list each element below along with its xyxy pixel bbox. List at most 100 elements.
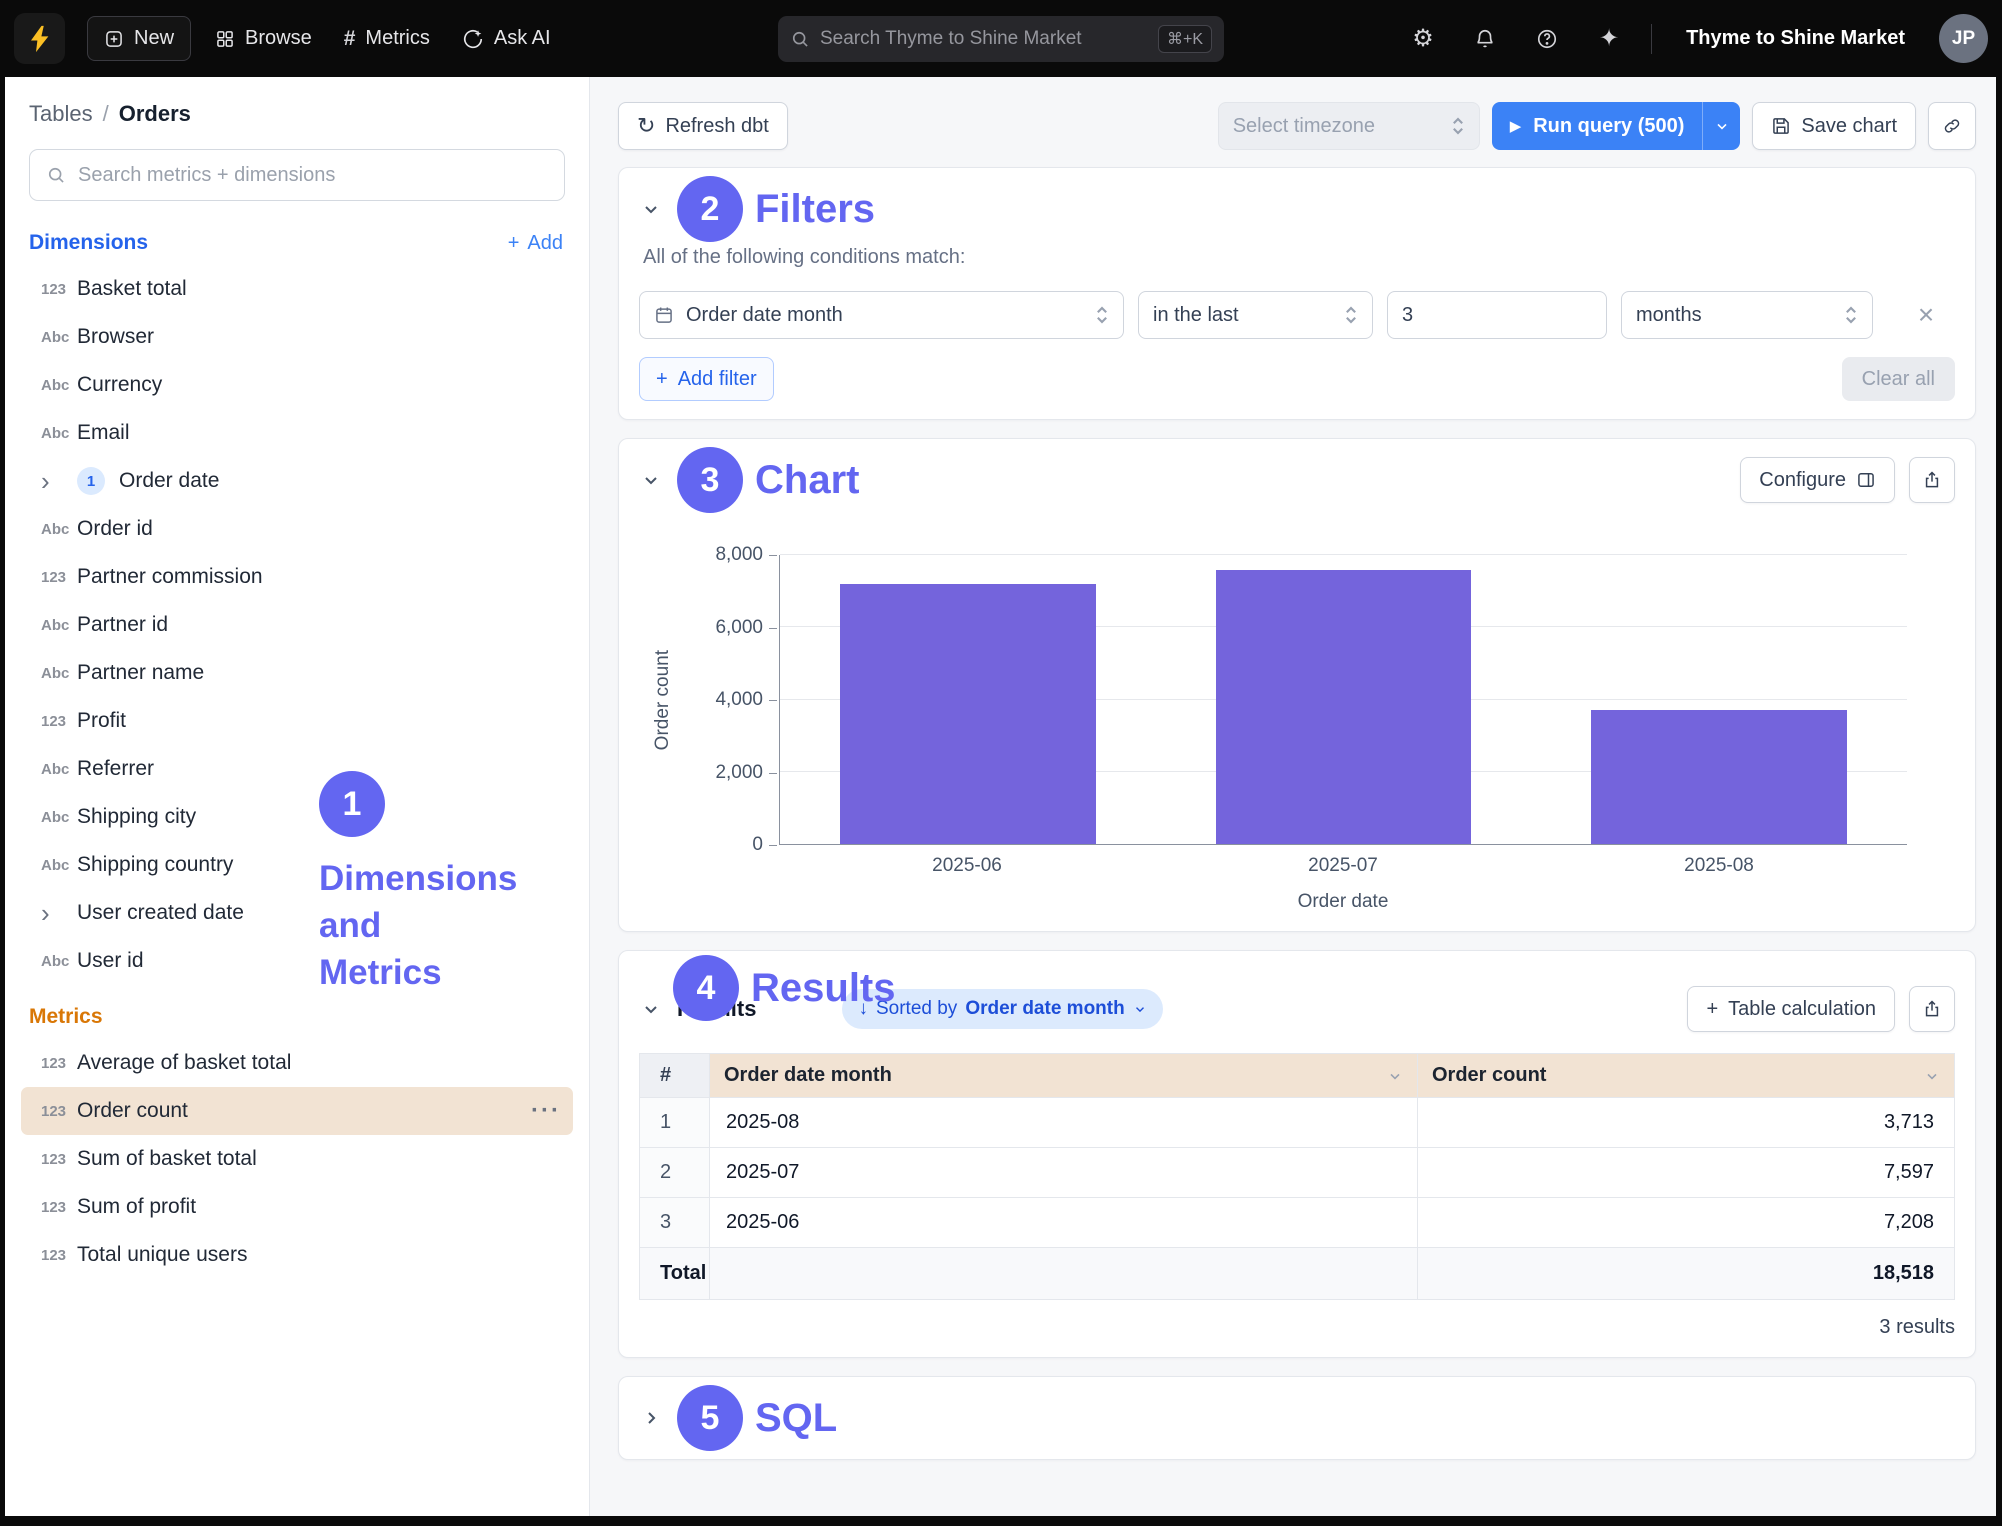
notifications-button[interactable]	[1465, 19, 1505, 59]
select-caret-icon	[1095, 305, 1109, 325]
number-type-icon: 123	[41, 1151, 77, 1168]
dimension-basket-total[interactable]: 123Basket total	[21, 265, 573, 313]
table-row[interactable]: 1 2025-08 3,713	[640, 1098, 1955, 1148]
lightning-bolt-icon	[25, 24, 55, 54]
number-type-icon: 123	[41, 1103, 77, 1120]
add-dimension-button[interactable]: + Add	[508, 232, 563, 255]
app-logo[interactable]	[14, 13, 65, 64]
bar-2025-08[interactable]	[1591, 710, 1846, 844]
table-row[interactable]: 3 2025-06 7,208	[640, 1198, 1955, 1248]
global-search-input[interactable]	[820, 28, 1148, 50]
avatar[interactable]: JP	[1939, 14, 1988, 63]
bar-2025-07[interactable]	[1216, 570, 1471, 844]
collapse-filters-icon[interactable]	[639, 199, 663, 219]
share-icon	[1922, 470, 1942, 490]
filter-unit-select[interactable]: months	[1621, 291, 1873, 339]
help-button[interactable]	[1527, 19, 1567, 59]
refresh-dbt-button[interactable]: ↻ Refresh dbt	[618, 102, 788, 150]
save-chart-button[interactable]: Save chart	[1752, 102, 1916, 150]
metric-order-count[interactable]: 123Order count···	[21, 1087, 573, 1135]
filter-field-select[interactable]: Order date month	[639, 291, 1124, 339]
remove-filter-button[interactable]: ×	[1905, 294, 1947, 336]
share-link-button[interactable]	[1928, 102, 1976, 150]
ask-ai-button[interactable]: Ask AI	[446, 17, 567, 60]
global-search[interactable]: ⌘+K	[778, 16, 1224, 62]
filter-value-input[interactable]	[1387, 291, 1607, 339]
table-calculation-button[interactable]: + Table calculation	[1687, 986, 1895, 1032]
workspace-name[interactable]: Thyme to Shine Market	[1674, 27, 1917, 50]
dimension-user-id[interactable]: AbcUser id	[21, 937, 573, 985]
metric-total-unique-users[interactable]: 123Total unique users	[21, 1231, 573, 1279]
clear-all-button[interactable]: Clear all	[1842, 357, 1955, 401]
breadcrumb-tables[interactable]: Tables	[29, 101, 93, 127]
timezone-select[interactable]: Select timezone	[1218, 102, 1480, 150]
column-header-order-date-month[interactable]: Order date month	[710, 1054, 1418, 1098]
bar-2025-06[interactable]	[840, 584, 1095, 844]
chevron-down-icon[interactable]	[1387, 1068, 1403, 1084]
add-filter-button[interactable]: + Add filter	[639, 357, 774, 401]
dimension-order-id[interactable]: AbcOrder id	[21, 505, 573, 553]
dimension-referrer[interactable]: AbcReferrer	[21, 745, 573, 793]
dimension-order-date[interactable]: ›1Order date	[21, 457, 573, 505]
sidebar-search[interactable]	[29, 149, 565, 201]
dimension-profit[interactable]: 123Profit	[21, 697, 573, 745]
dimension-shipping-city[interactable]: AbcShipping city	[21, 793, 573, 841]
sql-card: 5 SQL	[618, 1376, 1976, 1460]
export-chart-button[interactable]	[1909, 457, 1955, 503]
export-results-button[interactable]	[1909, 986, 1955, 1032]
run-query-dropdown-button[interactable]	[1702, 102, 1740, 150]
annotation-5-circle: 5	[677, 1385, 743, 1451]
dimension-user-created-date[interactable]: ›User created date	[21, 889, 573, 937]
expand-sql-icon[interactable]	[641, 1406, 661, 1430]
table-row[interactable]: 2 2025-07 7,597	[640, 1148, 1955, 1198]
dimension-currency[interactable]: AbcCurrency	[21, 361, 573, 409]
collapse-chart-icon[interactable]	[639, 470, 663, 490]
run-query-button[interactable]: ▶ Run query (500)	[1492, 102, 1703, 150]
dimension-partner-id[interactable]: AbcPartner id	[21, 601, 573, 649]
metric-average-of-basket-total[interactable]: 123Average of basket total	[21, 1039, 573, 1087]
dimension-shipping-country[interactable]: AbcShipping country	[21, 841, 573, 889]
chevron-down-icon[interactable]	[1924, 1068, 1940, 1084]
column-header-order-count[interactable]: Order count	[1418, 1054, 1955, 1098]
help-icon	[1536, 28, 1558, 50]
metrics-button[interactable]: # Metrics	[328, 17, 446, 61]
chevron-down-icon	[1133, 1002, 1147, 1016]
filters-card: 2 Filters All of the following condition…	[618, 167, 1976, 420]
bar-chart: Order count 02,0004,0006,0008,000 2025-0…	[643, 555, 1907, 913]
dimension-partner-name[interactable]: AbcPartner name	[21, 649, 573, 697]
string-type-icon: Abc	[41, 665, 77, 682]
collapse-results-icon[interactable]	[639, 999, 663, 1019]
more-options-icon[interactable]: ···	[531, 1097, 561, 1125]
sorted-by-pill[interactable]: ↓ Sorted by Order date month	[842, 989, 1162, 1029]
dimension-browser[interactable]: AbcBrowser	[21, 313, 573, 361]
settings-button[interactable]: ⚙	[1403, 19, 1443, 59]
string-type-icon: Abc	[41, 761, 77, 778]
new-button[interactable]: New	[87, 16, 191, 61]
metric-sum-of-profit[interactable]: 123Sum of profit	[21, 1183, 573, 1231]
chevron-right-icon[interactable]: ›	[41, 900, 77, 926]
results-table: # Order date month Order count 1 2025-	[639, 1053, 1955, 1300]
whats-new-button[interactable]: ✦	[1589, 19, 1629, 59]
x-axis-label: Order date	[779, 891, 1907, 913]
search-icon	[790, 29, 810, 49]
chevron-right-icon[interactable]: ›	[41, 468, 77, 494]
dimension-partner-commission[interactable]: 123Partner commission	[21, 553, 573, 601]
filters-section-title: Filters	[755, 187, 875, 232]
plus-icon: +	[1706, 998, 1718, 1021]
metric-sum-of-basket-total[interactable]: 123Sum of basket total	[21, 1135, 573, 1183]
x-tick-label: 2025-06	[779, 855, 1155, 877]
sidebar-search-input[interactable]	[78, 164, 548, 187]
breadcrumb: Tables / Orders	[5, 101, 589, 127]
browse-button[interactable]: Browse	[199, 17, 328, 60]
gear-icon: ⚙	[1412, 24, 1434, 53]
configure-button[interactable]: Configure	[1740, 457, 1895, 503]
y-tick-label: 4,000	[715, 689, 763, 711]
filter-operator-select[interactable]: in the last	[1138, 291, 1373, 339]
column-header-index: #	[640, 1054, 710, 1098]
share-icon	[1922, 999, 1942, 1019]
filter-value-field[interactable]	[1388, 304, 1607, 327]
filters-subtitle: All of the following conditions match:	[643, 246, 1955, 269]
string-type-icon: Abc	[41, 521, 77, 538]
dimension-email[interactable]: AbcEmail	[21, 409, 573, 457]
chart-yticks: 02,0004,0006,0008,000	[683, 555, 779, 845]
